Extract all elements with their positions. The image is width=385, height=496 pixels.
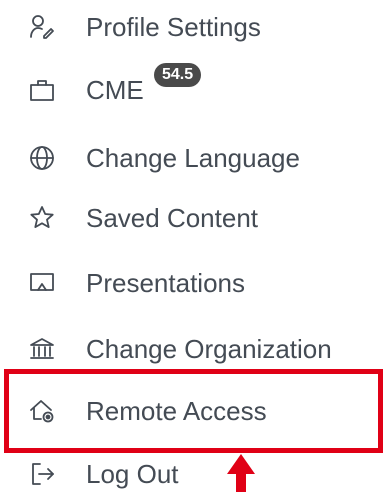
menu-item-label: Profile Settings — [86, 11, 261, 42]
star-icon — [28, 203, 66, 233]
menu-item-label: Presentations — [86, 267, 245, 298]
institution-icon — [28, 334, 66, 364]
menu-item-label: Saved Content — [86, 202, 259, 233]
menu-item-label: CME — [86, 74, 144, 105]
menu-item-label: Change Organization — [86, 333, 332, 364]
menu-item-label: Remote Access — [86, 395, 267, 426]
user-dropdown-menu: Profile Settings CME 54.5 Change Languag… — [0, 0, 385, 492]
cme-credit-badge: 54.5 — [154, 62, 202, 87]
user-gear-icon — [28, 12, 66, 42]
logout-icon — [28, 459, 66, 489]
menu-item-cme[interactable]: CME 54.5 — [28, 62, 385, 112]
menu-item-change-language[interactable]: Change Language — [28, 136, 385, 180]
menu-item-saved-content[interactable]: Saved Content — [28, 196, 385, 240]
menu-item-change-organization[interactable]: Change Organization — [28, 327, 385, 371]
menu-item-label: Log Out — [86, 458, 179, 489]
menu-item-presentations[interactable]: Presentations — [28, 261, 385, 305]
presentation-screen-icon — [28, 268, 66, 298]
globe-icon — [28, 143, 66, 173]
menu-item-log-out[interactable]: Log Out — [28, 452, 385, 496]
menu-item-label: Change Language — [86, 142, 300, 173]
menu-item-remote-access[interactable]: Remote Access — [28, 389, 385, 433]
briefcase-icon — [28, 75, 66, 105]
home-remote-icon — [28, 396, 66, 426]
menu-item-profile-settings[interactable]: Profile Settings — [28, 5, 385, 49]
